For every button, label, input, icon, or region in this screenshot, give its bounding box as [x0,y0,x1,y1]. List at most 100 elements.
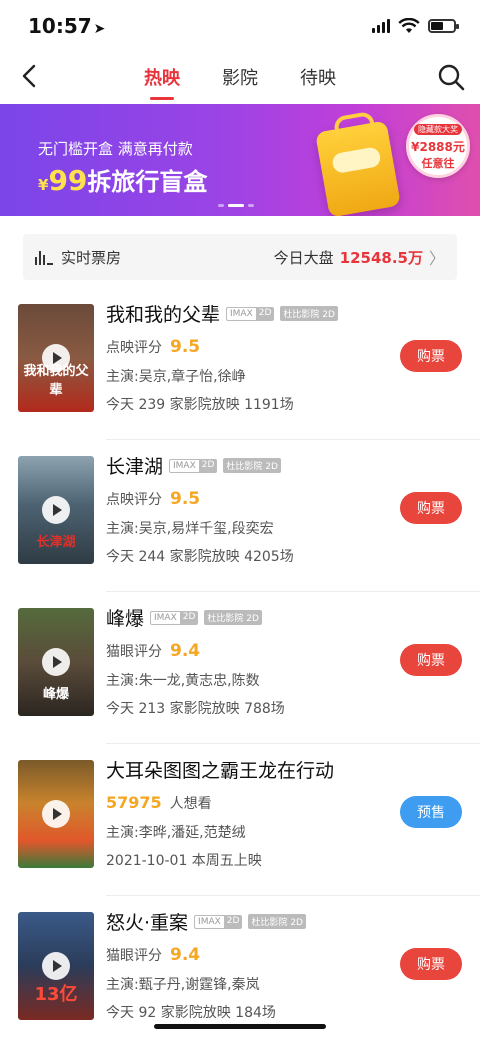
poster-title-text: 峰爆 [42,687,69,702]
buy-ticket-button[interactable]: 购票 [400,340,462,372]
location-arrow-icon: ➤ [93,21,106,37]
movie-info: 我和我的父辈 IMAX 2D 杜比影院 2D 点映评分 9.5 主演:吴京,章子怡,… [106,300,386,414]
buy-ticket-button[interactable]: 购票 [400,644,462,676]
movie-item[interactable]: 峰爆 峰爆 IMAX 2D 杜比影院 2D 猫眼评分 9.4 主演:朱一龙,黄志忠,… [0,592,480,744]
tab-cinemas[interactable]: 影院 [222,64,258,100]
boxoffice-label: 实时票房 [61,248,122,267]
movie-cast: 主演:吴京,易烊千玺,段奕宏 [106,521,274,537]
movie-showings: 今天 244 家影院放映 4205场 [106,549,294,565]
want-count: 57975 [106,793,162,812]
want-row: 57975 人想看 [106,793,386,813]
movie-poster[interactable]: 峰爆 [18,608,94,716]
tag-imax: IMAX [169,458,199,473]
movie-title: 峰爆 [106,608,145,630]
prize-badge: 隐藏款大奖 ¥2888元 任意往 [406,114,470,178]
badge-top-text: 隐藏款大奖 [414,124,462,135]
presale-button[interactable]: 预售 [400,796,462,828]
banner-product: 拆旅行盲盒 [87,168,208,196]
movie-title: 怒火·重案 [106,912,189,934]
movie-poster[interactable]: 我和我的父辈 [18,304,94,412]
movie-showings: 今天 239 家影院放映 1191场 [106,397,294,413]
movie-title-row: 怒火·重案 IMAX 2D 杜比影院 2D [106,908,386,935]
score-label: 点映评分 [106,492,162,508]
tag-2d: 2D [255,306,275,321]
battery-icon [428,19,459,33]
tag-imax: IMAX [194,914,224,929]
score-value: 9.5 [170,337,201,357]
movie-info: 大耳朵图图之霸王龙在行动 57975 人想看 主演:李晔,潘延,范楚绒 2021-… [106,756,386,870]
home-indicator[interactable] [154,1024,326,1029]
movie-title: 大耳朵图图之霸王龙在行动 [106,760,335,782]
top-nav: 热映 影院 待映 [0,52,480,104]
promo-banner[interactable]: 无门槛开盒 满意再付款 ¥99拆旅行盲盒 隐藏款大奖 ¥2888元 任意往 [0,104,480,216]
banner-subtitle: 无门槛开盒 满意再付款 [38,140,193,158]
play-icon[interactable] [42,344,70,372]
boxoffice-today-value: 12548.5万 [339,248,423,267]
movie-item[interactable]: 长津湖 长津湖 IMAX 2D 杜比影院 2D 点映评分 9.5 主演:吴京,易烊千… [0,440,480,592]
banner-title: ¥99拆旅行盲盒 [38,162,207,197]
wifi-icon [398,18,420,33]
play-icon[interactable] [42,496,70,524]
want-label: 人想看 [169,796,212,812]
banner-yen: ¥ [38,176,49,194]
play-icon[interactable] [42,648,70,676]
tag-dolby: 杜比影院 2D [204,610,262,625]
badge-bottom-text: 任意往 [421,157,455,170]
tab-now-showing[interactable]: 热映 [144,64,180,100]
banner-price: 99 [48,164,88,197]
score-row: 猫眼评分 9.4 [106,945,386,965]
search-icon[interactable] [436,62,466,92]
score-value: 9.4 [170,641,201,661]
tab-coming-soon[interactable]: 待映 [300,64,336,100]
movie-poster[interactable] [18,760,94,868]
movie-title: 长津湖 [106,456,164,478]
movie-title-row: 我和我的父辈 IMAX 2D 杜比影院 2D [106,300,386,327]
tag-imax: IMAX [150,610,180,625]
play-icon[interactable] [42,800,70,828]
status-icons [372,18,459,34]
imax-2d-tag: IMAX 2D [150,610,199,625]
movie-info: 峰爆 IMAX 2D 杜比影院 2D 猫眼评分 9.4 主演:朱一龙,黄志忠,陈数 … [106,604,386,718]
score-label: 猫眼评分 [106,644,162,660]
imax-2d-tag: IMAX 2D [194,914,243,929]
realtime-boxoffice-bar[interactable]: 实时票房 今日大盘 12548.5万 〉 [23,234,457,280]
movie-showings: 今天 213 家影院放映 788场 [106,701,285,717]
signal-icon [372,19,390,33]
movie-showings: 今天 92 家影院放映 184场 [106,1005,276,1021]
movie-item[interactable]: 13亿 怒火·重案 IMAX 2D 杜比影院 2D 猫眼评分 9.4 主演:甄子丹,… [0,896,480,1039]
status-time: 10:57 ➤ [28,14,105,38]
score-label: 点映评分 [106,340,162,356]
movie-title: 我和我的父辈 [106,304,221,326]
poster-title-text: 长津湖 [36,535,76,550]
nav-tabs: 热映 影院 待映 [0,64,480,100]
movie-release-date: 2021-10-01 本周五上映 [106,853,262,869]
status-time-text: 10:57 [28,14,92,38]
tag-2d: 2D [179,610,199,625]
movie-poster[interactable]: 13亿 [18,912,94,1020]
movie-info: 怒火·重案 IMAX 2D 杜比影院 2D 猫眼评分 9.4 主演:甄子丹,谢霆锋,… [106,908,386,1022]
movie-cast: 主演:甄子丹,谢霆锋,秦岚 [106,977,260,993]
carousel-dots [218,204,254,207]
movie-poster[interactable]: 长津湖 [18,456,94,564]
movie-title-row: 峰爆 IMAX 2D 杜比影院 2D [106,604,386,631]
tag-imax: IMAX [226,306,256,321]
movie-item[interactable]: 大耳朵图图之霸王龙在行动 57975 人想看 主演:李晔,潘延,范楚绒 2021-… [0,744,480,896]
movie-item[interactable]: 我和我的父辈 我和我的父辈 IMAX 2D 杜比影院 2D 点映评分 9.5 主演:… [0,288,480,440]
boxoffice-today: 今日大盘 12548.5万 〉 [274,245,445,269]
buy-ticket-button[interactable]: 购票 [400,492,462,524]
poster-title-text: 13亿 [34,984,78,1005]
buy-ticket-button[interactable]: 购票 [400,948,462,980]
tag-2d: 2D [223,914,243,929]
movie-cast: 主演:朱一龙,黄志忠,陈数 [106,673,260,689]
boxoffice-today-label: 今日大盘 [273,248,334,267]
imax-2d-tag: IMAX 2D [169,458,218,473]
imax-2d-tag: IMAX 2D [226,306,275,321]
chevron-right-icon: 〉 [428,249,445,268]
movie-title-row: 大耳朵图图之霸王龙在行动 [106,756,386,783]
play-icon[interactable] [42,952,70,980]
tag-dolby: 杜比影院 2D [223,458,281,473]
score-value: 9.5 [170,489,201,509]
tag-dolby: 杜比影院 2D [280,306,338,321]
movie-cast: 主演:吴京,章子怡,徐峥 [106,369,246,385]
score-label: 猫眼评分 [106,948,162,964]
